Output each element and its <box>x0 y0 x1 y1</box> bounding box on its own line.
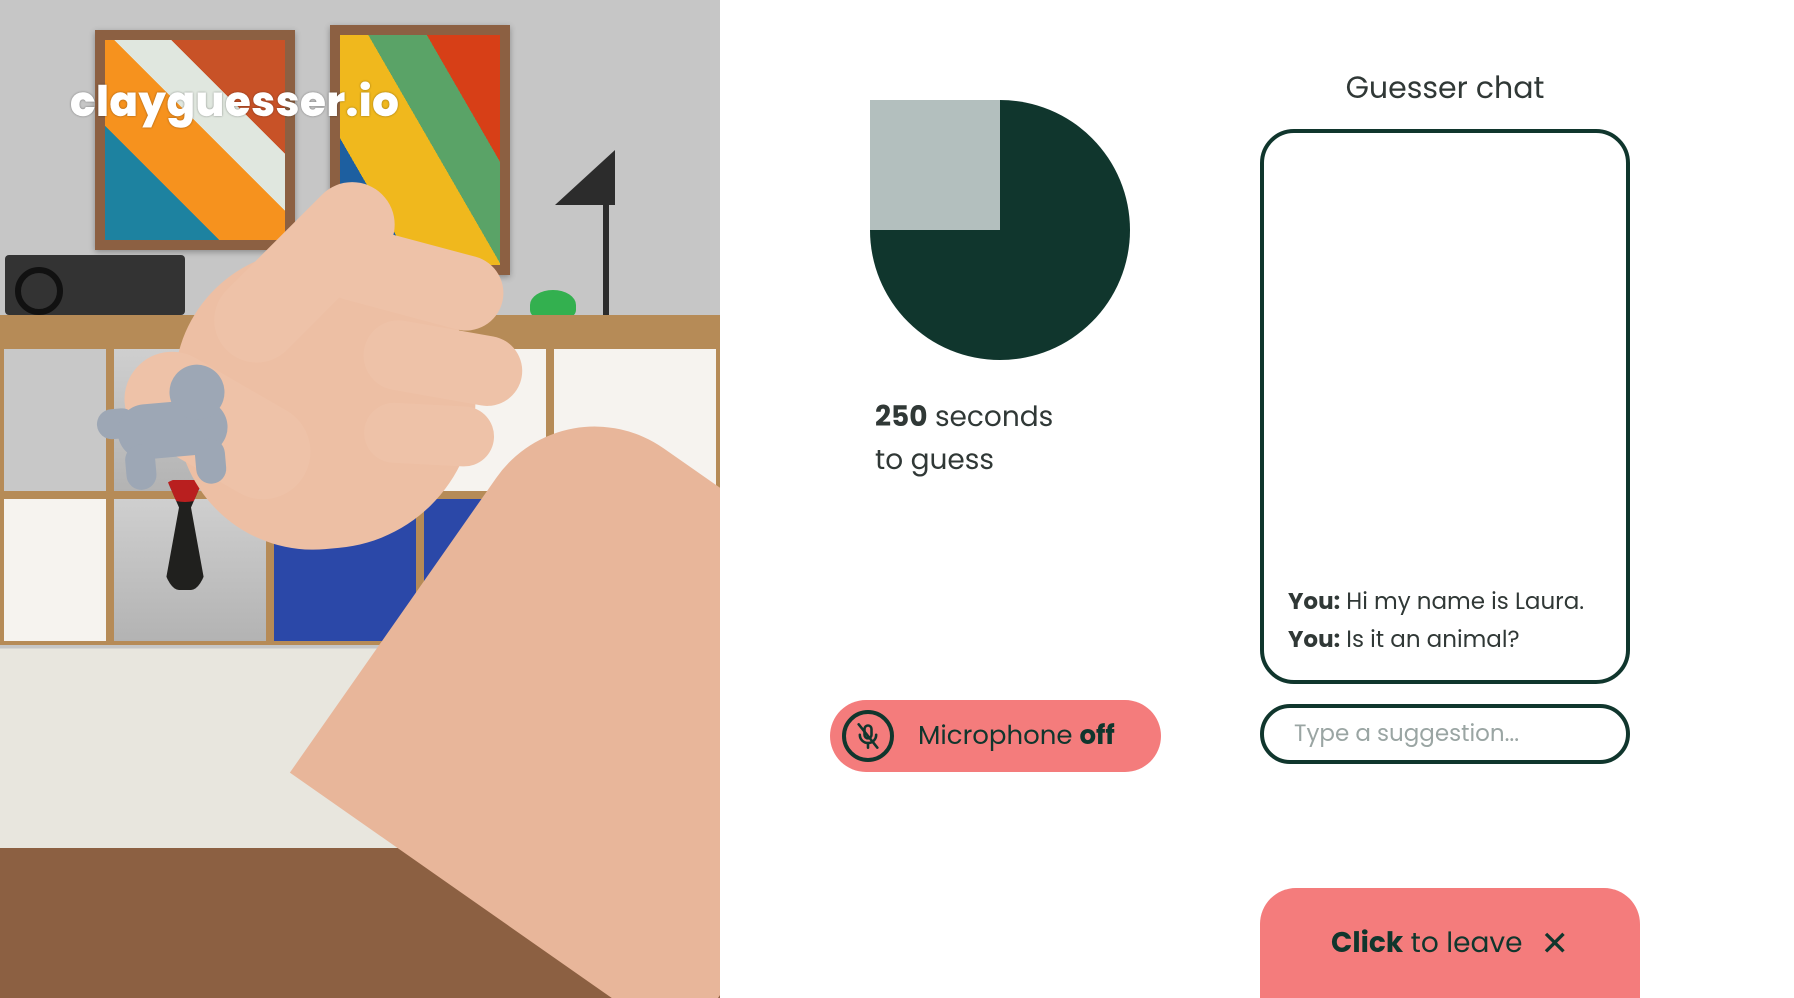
microphone-toggle[interactable]: Microphone off <box>830 700 1161 772</box>
chat-input-wrapper[interactable] <box>1260 704 1630 764</box>
timer-action: to guess <box>875 440 994 479</box>
timer-seconds: 250 <box>875 397 927 436</box>
guesser-chat: Guesser chat You: Hi my name is Laura. Y… <box>1260 65 1630 764</box>
brand-logo: clayguesser.io <box>70 70 399 133</box>
countdown-timer: 250 seconds to guess <box>840 100 1160 482</box>
leave-game-button[interactable]: Click to leave ✕ <box>1260 888 1640 998</box>
close-icon: ✕ <box>1540 926 1569 960</box>
timer-pie <box>870 100 1130 360</box>
sculptor-video-feed: clayguesser.io <box>0 0 720 998</box>
clay-figure <box>92 356 252 489</box>
timer-unit: seconds <box>935 397 1053 436</box>
room-painting <box>95 30 295 250</box>
timer-caption: 250 seconds to guess <box>875 395 1160 482</box>
microphone-off-icon <box>842 710 894 762</box>
leave-label: Click to leave <box>1331 922 1522 964</box>
timer-elapsed-slice <box>870 100 1000 230</box>
chat-title: Guesser chat <box>1260 65 1630 111</box>
sculptor-hand <box>91 184 720 935</box>
game-panel: 250 seconds to guess Microphone off Gues… <box>720 0 1794 998</box>
chat-log[interactable]: You: Hi my name is Laura. You: Is it an … <box>1260 129 1630 684</box>
chat-message: You: Is it an animal? <box>1288 624 1602 656</box>
chat-message: You: Hi my name is Laura. <box>1288 586 1602 618</box>
microphone-label: Microphone off <box>918 717 1115 756</box>
chat-input[interactable] <box>1292 716 1598 752</box>
